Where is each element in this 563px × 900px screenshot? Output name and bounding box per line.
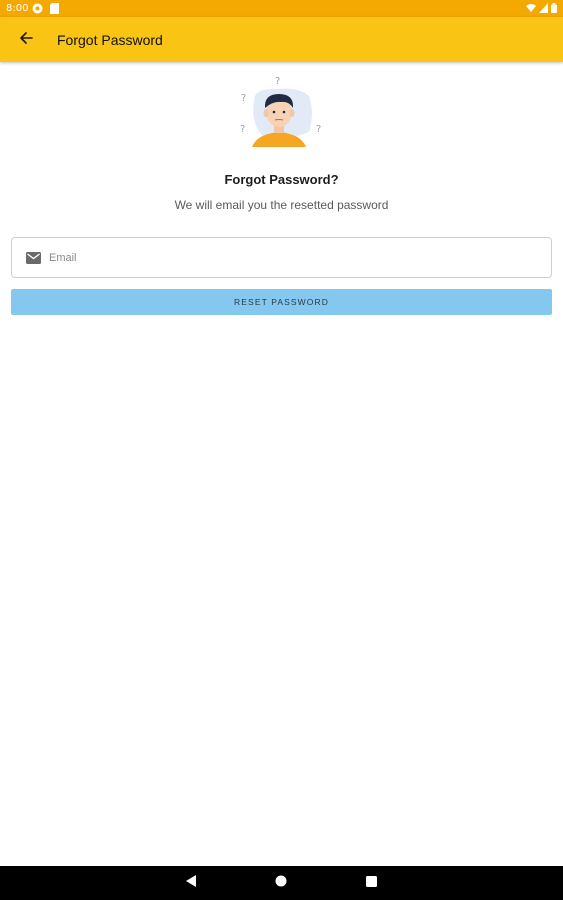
- wifi-icon: [526, 3, 536, 16]
- forgot-password-heading: Forgot Password?: [224, 172, 339, 187]
- svg-text:?: ?: [275, 76, 280, 87]
- forgot-password-subheading: We will email you the resetted password: [174, 198, 389, 212]
- home-circle-icon: [275, 874, 287, 892]
- svg-text:?: ?: [316, 124, 321, 135]
- mail-icon: [25, 250, 41, 266]
- forgot-password-illustration: ? ? ? ?: [237, 74, 327, 150]
- nav-home-button[interactable]: [272, 875, 290, 891]
- svg-text:?: ?: [241, 93, 246, 104]
- svg-text:?: ?: [240, 124, 245, 135]
- app-circle-icon: [32, 3, 43, 17]
- system-nav-bar: [0, 866, 563, 900]
- reset-password-button[interactable]: RESET PASSWORD: [11, 289, 552, 315]
- nav-back-button[interactable]: [182, 875, 200, 891]
- recents-square-icon: [365, 874, 377, 892]
- email-placeholder: Email: [49, 251, 77, 264]
- nav-recents-button[interactable]: [362, 875, 380, 891]
- battery-icon: [551, 3, 557, 16]
- page-title: Forgot Password: [57, 32, 163, 48]
- status-bar: 8:00: [0, 0, 563, 17]
- status-right-icons: [526, 3, 557, 16]
- status-time: 8:00: [6, 3, 29, 14]
- back-button[interactable]: [14, 29, 38, 51]
- signal-icon: [539, 3, 548, 16]
- sim-icon: [50, 3, 59, 17]
- arrow-back-icon: [19, 31, 33, 50]
- app-bar: Forgot Password: [0, 17, 563, 62]
- back-triangle-icon: [185, 874, 197, 892]
- email-field[interactable]: Email: [11, 237, 552, 278]
